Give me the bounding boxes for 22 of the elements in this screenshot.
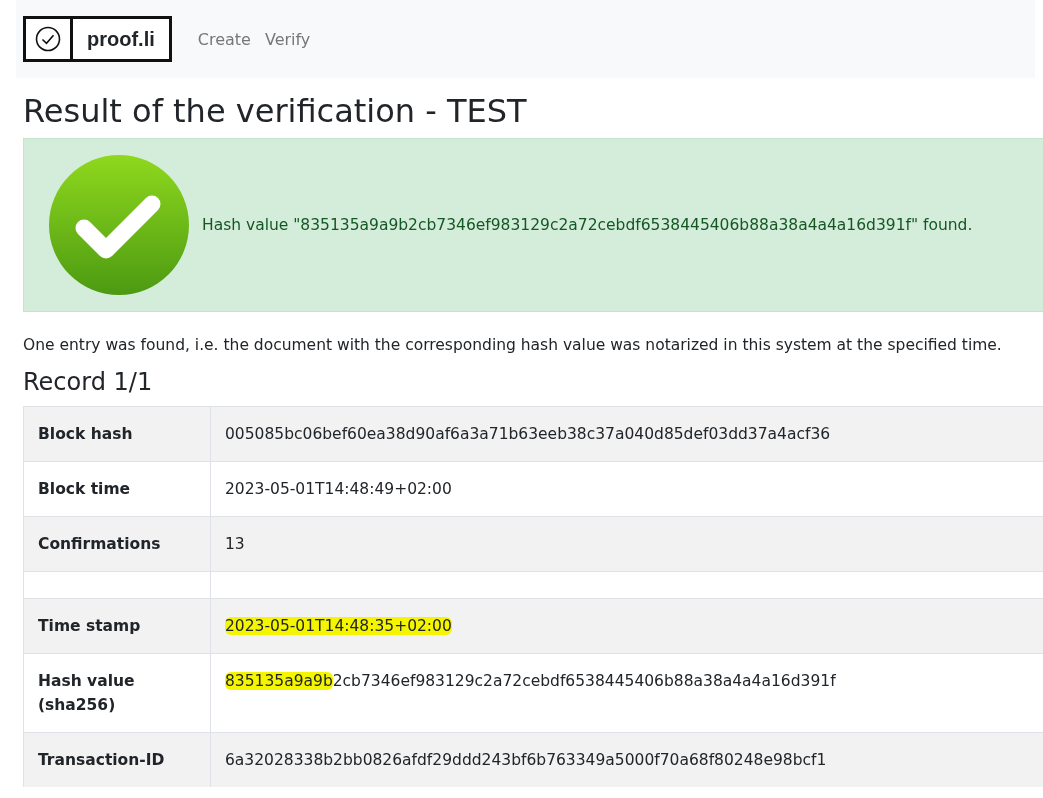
result-message: Hash value "835135a9a9b2cb7346ef983129c2a72cebdf6538445406b88a38a4a4a16d391f" found. — [202, 216, 973, 234]
brand-name: proof.li — [86, 26, 156, 52]
checkmark-circle-icon — [48, 154, 190, 296]
brand-logo[interactable]: proof.li — [23, 16, 172, 62]
field-value: 13 — [225, 535, 245, 553]
field-label: Block hash — [23, 406, 211, 462]
check-circle-icon — [35, 26, 61, 52]
field-label: Time stamp — [23, 598, 211, 654]
field-label: Transaction-ID — [23, 732, 211, 787]
field-value: 6a32028338b2bb0826afdf29ddd243bf6b763349a5000f70a68f80248e98bcf1 — [225, 751, 827, 769]
field-label: Confirmations — [23, 516, 211, 572]
field-value: 2023-05-01T14:48:49+02:00 — [225, 480, 452, 498]
field-value: 835135a9a9b2cb7346ef983129c2a72cebdf6538445406b88a38a4a4a16d391f — [225, 672, 836, 690]
record-title: Record 1/1 — [23, 368, 154, 396]
page-title: Result of the verification - TEST — [23, 92, 528, 130]
field-value: 2023-05-01T14:48:35+02:00 — [225, 617, 452, 635]
nav-link[interactable]: Verify — [264, 29, 311, 49]
nav-link[interactable]: Create — [197, 29, 251, 49]
field-label: Hash value (sha256) — [23, 653, 211, 733]
field-value: 005085bc06bef60ea38d90af6a3a71b63eeb38c37a040d85def03dd37a4acf36 — [225, 425, 831, 443]
field-label: Block time — [23, 461, 211, 517]
result-description: One entry was found, i.e. the document with the corresponding hash value was notarized in this system at the specified time. — [23, 336, 1003, 354]
